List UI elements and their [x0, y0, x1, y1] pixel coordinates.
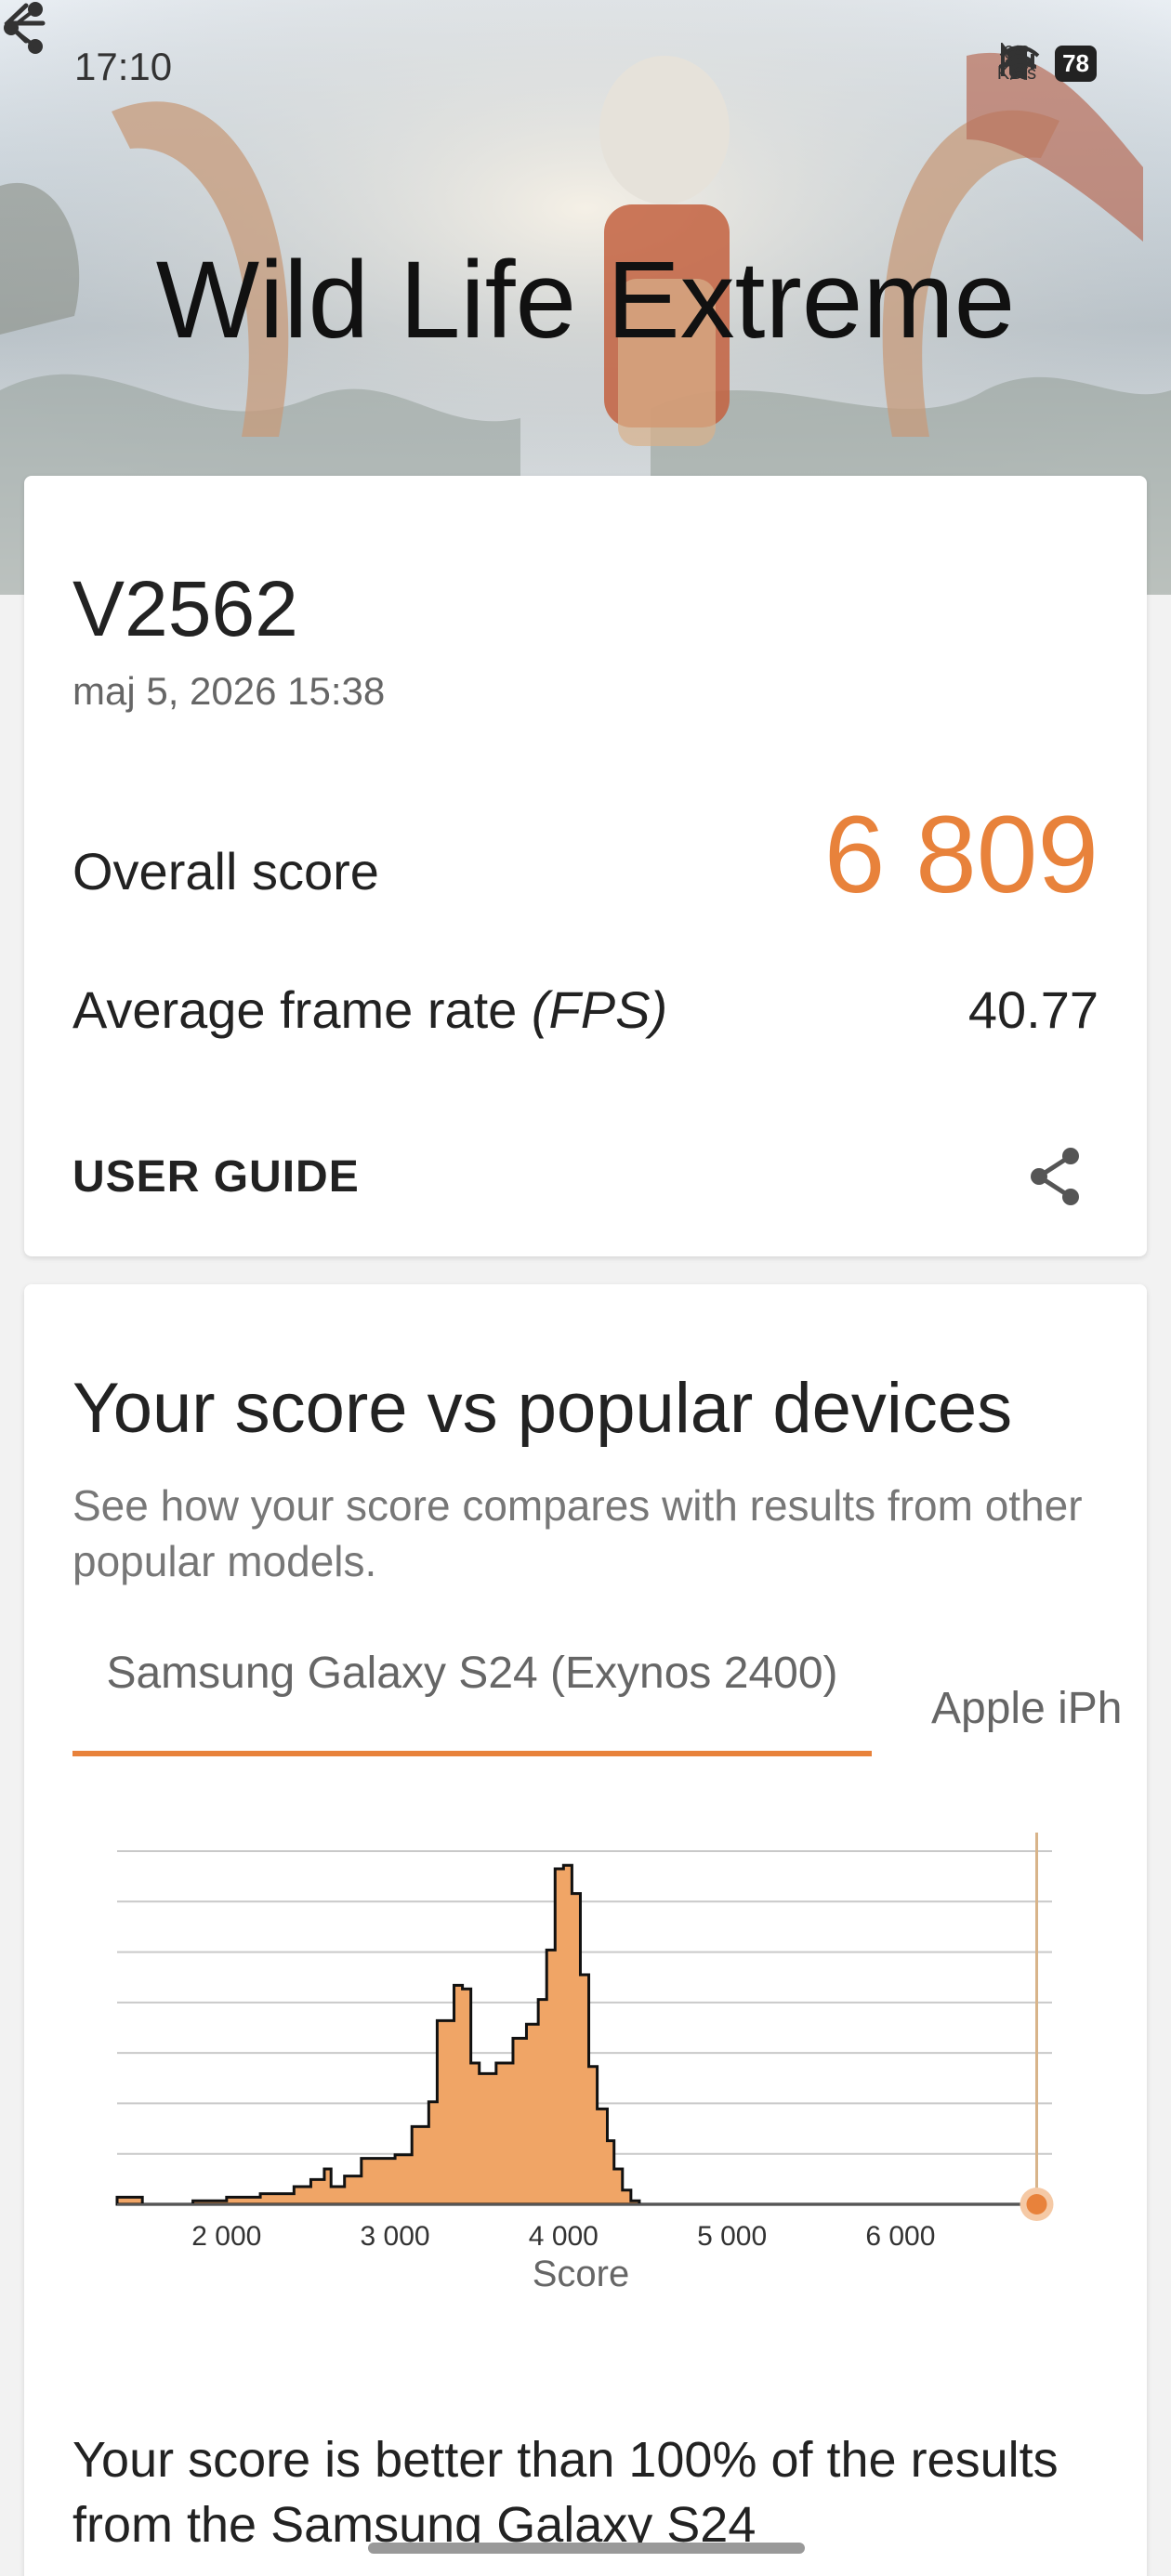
- result-card: V2562 maj 5, 2026 15:38 Overall score 6 …: [24, 476, 1147, 1256]
- user-score-dot: [1026, 2194, 1047, 2215]
- overall-score-value: 6 809: [823, 794, 1099, 916]
- tab-samsung-galaxy-s24[interactable]: Samsung Galaxy S24 (Exynos 2400): [72, 1647, 872, 1701]
- x-tick-label: 5 000: [697, 2221, 767, 2252]
- x-axis-title: Score: [533, 2254, 630, 2294]
- device-name: V2562: [72, 565, 298, 652]
- comparison-card: Your score vs popular devices See how yo…: [24, 1284, 1147, 2576]
- x-tick-label: 4 000: [529, 2221, 599, 2252]
- share-icon[interactable]: [0, 0, 46, 56]
- comparison-subtitle: See how your score compares with results…: [72, 1481, 1083, 1585]
- comparison-title: Your score vs popular devices: [72, 1369, 1013, 1448]
- run-date: maj 5, 2026 15:38: [72, 669, 386, 713]
- tab-apple-iphone[interactable]: Apple iPh: [931, 1682, 1147, 1736]
- score-distribution-chart: 2 000 3 000 4 000 5 000 6 000 Score: [115, 1833, 1054, 2294]
- home-indicator: [368, 2543, 805, 2554]
- status-icons: 0,2 KB/s 78: [997, 43, 1097, 84]
- x-tick-label: 2 000: [191, 2221, 261, 2252]
- page-title: Wild Life Extreme: [155, 239, 1016, 361]
- user-guide-button[interactable]: USER GUIDE: [72, 1151, 360, 1203]
- x-tick-label: 3 000: [361, 2221, 430, 2252]
- overall-score-label: Overall score: [72, 842, 379, 900]
- fps-label: Average frame rate (FPS): [72, 980, 668, 1039]
- wifi-icon: [999, 46, 1040, 78]
- battery-indicator: 78: [1055, 45, 1097, 82]
- selected-tab-indicator: [72, 1751, 872, 1756]
- share-result-icon[interactable]: [1022, 1143, 1089, 1210]
- status-time: 17:10: [74, 45, 173, 88]
- comparison-result-text: Your score is better than 100% of the re…: [72, 2432, 1059, 2553]
- fps-value: 40.77: [967, 980, 1099, 1039]
- device-tabs: Samsung Galaxy S24 (Exynos 2400) Apple i…: [72, 1647, 1147, 1758]
- x-tick-label: 6 000: [865, 2221, 935, 2252]
- status-bar: 17:10 0,2 KB/s 78: [0, 37, 1171, 93]
- fps-unit: (FPS): [531, 980, 668, 1039]
